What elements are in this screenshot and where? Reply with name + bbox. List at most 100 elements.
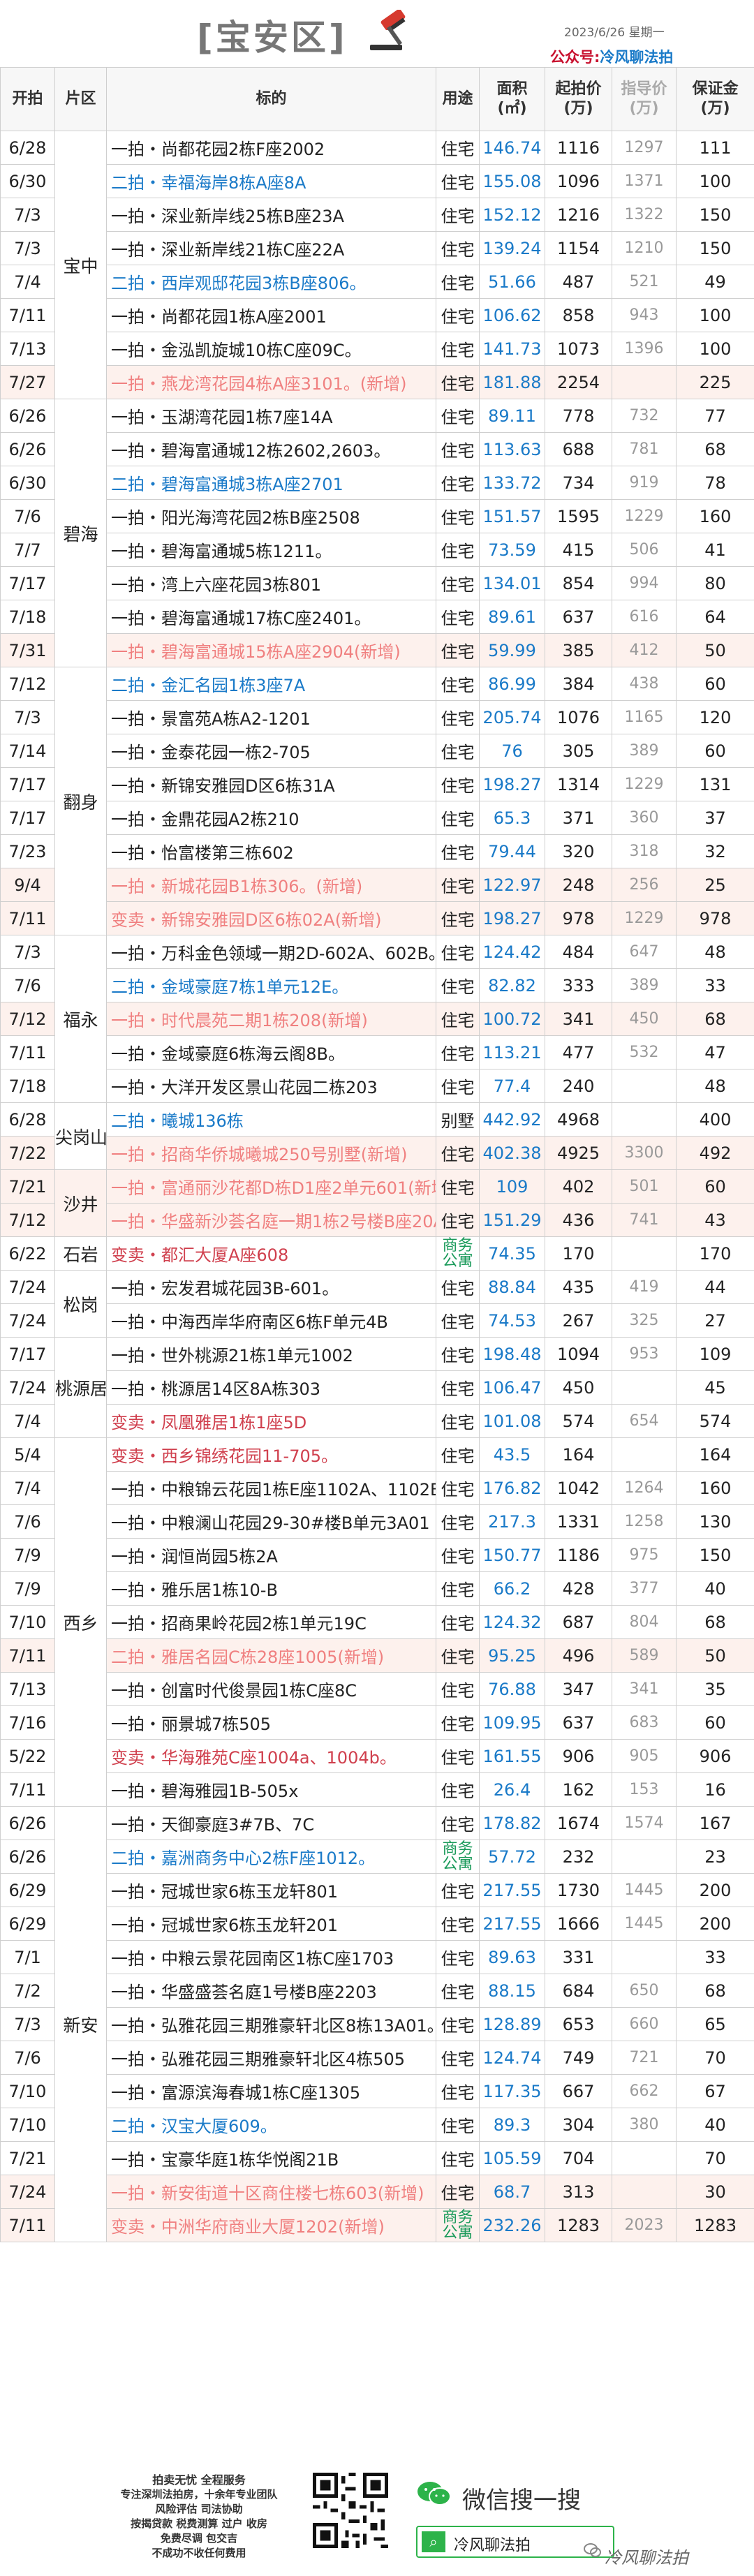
date-cell: 7/24 bbox=[0, 1370, 55, 1405]
table-row: 6/30 二拍・碧海富通城3栋A座2701 住宅 133.72 734 919 78 bbox=[0, 466, 754, 500]
table-row: 7/17 一拍・湾上六座花园3栋801 住宅 134.01 854 994 80 bbox=[0, 566, 754, 600]
area-cell: 151.29 bbox=[479, 1203, 545, 1237]
area-cell: 217.3 bbox=[479, 1504, 545, 1539]
area-cell: 88.15 bbox=[479, 1974, 545, 2008]
services-line: 按揭贷款 税费测算 过户 收房 bbox=[131, 2517, 267, 2530]
date-cell: 5/22 bbox=[0, 1739, 55, 1773]
deposit-cell: 160 bbox=[676, 499, 754, 533]
deposit-cell: 150 bbox=[676, 231, 754, 265]
date-cell: 6/26 bbox=[0, 432, 55, 466]
usage-cell: 住宅 bbox=[436, 1672, 480, 1706]
start-price-cell: 906 bbox=[545, 1739, 612, 1773]
start-price-cell: 687 bbox=[545, 1605, 612, 1639]
date-cell: 7/13 bbox=[0, 332, 55, 366]
property-name-cell: 一拍・华盛盛荟名庭1号楼B座2203 bbox=[106, 1974, 436, 2008]
guide-price-cell bbox=[612, 1940, 677, 1974]
date-cell: 7/6 bbox=[0, 1504, 55, 1539]
deposit-cell: 100 bbox=[676, 298, 754, 332]
date-cell: 6/29 bbox=[0, 1907, 55, 1941]
property-name-cell: 一拍・世外桃源21栋1单元1002 bbox=[106, 1337, 436, 1371]
table-row: 7/3 一拍・弘雅花园三期雅豪轩北区8栋13A01。 住宅 128.89 653 660 6… bbox=[0, 2007, 754, 2041]
guide-price-cell: 1258 bbox=[612, 1504, 677, 1539]
guide-price-cell: 975 bbox=[612, 1538, 677, 1572]
deposit-cell: 49 bbox=[676, 265, 754, 299]
start-price-cell: 385 bbox=[545, 633, 612, 667]
deposit-cell: 80 bbox=[676, 566, 754, 600]
area-cell: 124.32 bbox=[479, 1605, 545, 1639]
table-row: 5/22 变卖・华海雅苑C座1004a、1004b。 住宅 161.55 906 905 9… bbox=[0, 1739, 754, 1773]
area-cell: 124.42 bbox=[479, 935, 545, 969]
start-price-cell: 496 bbox=[545, 1638, 612, 1673]
guide-price-cell: 943 bbox=[612, 298, 677, 332]
deposit-cell: 68 bbox=[676, 1974, 754, 2008]
deposit-cell: 40 bbox=[676, 2108, 754, 2142]
start-price-cell: 436 bbox=[545, 1203, 612, 1237]
start-price-cell: 1096 bbox=[545, 164, 612, 198]
date-cell: 5/4 bbox=[0, 1437, 55, 1472]
guide-price-cell: 521 bbox=[612, 265, 677, 299]
date-cell: 7/31 bbox=[0, 633, 55, 667]
usage-cell: 住宅 bbox=[436, 1739, 480, 1773]
area-cell: 133.72 bbox=[479, 466, 545, 500]
guide-price-cell: 683 bbox=[612, 1705, 677, 1740]
start-price-cell: 1154 bbox=[545, 231, 612, 265]
table-row: 7/10 一拍・富源滨海春城1栋C座1305 住宅 117.35 667 662 67 bbox=[0, 2074, 754, 2108]
property-name-cell: 一拍・弘雅花园三期雅豪轩北区8栋13A01。 bbox=[106, 2007, 436, 2041]
usage-cell: 住宅 bbox=[436, 1605, 480, 1639]
date-cell: 6/26 bbox=[0, 399, 55, 433]
usage-cell: 住宅 bbox=[436, 1471, 480, 1505]
usage-cell: 住宅 bbox=[436, 767, 480, 801]
usage-cell: 住宅 bbox=[436, 2175, 480, 2209]
deposit-cell: 16 bbox=[676, 1772, 754, 1807]
usage-cell: 商务公寓 bbox=[436, 2208, 480, 2242]
deposit-cell: 978 bbox=[676, 901, 754, 935]
guide-price-cell bbox=[612, 1840, 677, 1874]
start-price-cell: 341 bbox=[545, 1002, 612, 1036]
guide-price-cell: 360 bbox=[612, 801, 677, 835]
area-cell: 217.55 bbox=[479, 1907, 545, 1941]
date-cell: 7/2 bbox=[0, 1974, 55, 2008]
table-row: 6/26 一拍・碧海富通城12栋2602,2603。 住宅 113.63 688 781 6… bbox=[0, 432, 754, 466]
date-cell: 7/4 bbox=[0, 1404, 55, 1438]
deposit-cell: 60 bbox=[676, 1705, 754, 1740]
property-name-cell: 二拍・金域豪庭7栋1单元12E。 bbox=[106, 968, 436, 1002]
guide-price-cell: 781 bbox=[612, 432, 677, 466]
date-cell: 6/28 bbox=[0, 1102, 55, 1137]
guide-price-cell: 412 bbox=[612, 633, 677, 667]
usage-cell: 住宅 bbox=[436, 2108, 480, 2142]
property-name-cell: 一拍・阳光海湾花园2栋B座2508 bbox=[106, 499, 436, 533]
table-row: 6/30 二拍・幸福海岸8栋A座8A 住宅 155.08 1096 1371 100 bbox=[0, 164, 754, 198]
date-cell: 7/4 bbox=[0, 1471, 55, 1505]
usage-cell: 住宅 bbox=[436, 2041, 480, 2075]
table-row: 7/6 一拍・弘雅花园三期雅豪轩北区4栋505 住宅 124.74 749 721 70 bbox=[0, 2041, 754, 2075]
date-cell: 7/3 bbox=[0, 198, 55, 232]
column-header: 指导价 (万) bbox=[612, 67, 677, 131]
area-cell: 124.74 bbox=[479, 2041, 545, 2075]
area-cell: 150.77 bbox=[479, 1538, 545, 1572]
area-cell: 73.59 bbox=[479, 533, 545, 567]
deposit-cell: 47 bbox=[676, 1035, 754, 1069]
deposit-cell: 100 bbox=[676, 164, 754, 198]
usage-cell: 住宅 bbox=[436, 734, 480, 768]
start-price-cell: 667 bbox=[545, 2074, 612, 2108]
deposit-cell: 44 bbox=[676, 1270, 754, 1304]
property-name-cell: 二拍・曦城136栋 bbox=[106, 1102, 436, 1137]
column-header: 片区 bbox=[54, 67, 107, 131]
guide-price-cell: 1445 bbox=[612, 1907, 677, 1941]
table-row: 7/11 一拍・尚都花园1栋A座2001 住宅 106.62 858 943 100 bbox=[0, 298, 754, 332]
column-header: 用途 bbox=[436, 67, 480, 131]
table-row: 7/3 一拍・深业新岸线21栋C座22A 住宅 139.24 1154 1210 150 bbox=[0, 231, 754, 265]
table-row: 7/21 沙井 一拍・富通丽沙花都D栋D1座2单元601(新增) 住宅 109 402 50… bbox=[0, 1169, 754, 1237]
area-cell: 101.08 bbox=[479, 1404, 545, 1438]
start-price-cell: 240 bbox=[545, 1069, 612, 1103]
property-name-cell: 一拍・新锦安雅园D区6栋31A bbox=[106, 767, 436, 801]
property-name-cell: 一拍・桃源居14区8A栋303 bbox=[106, 1370, 436, 1405]
deposit-cell: 100 bbox=[676, 332, 754, 366]
services-line: 专注深圳法拍房，十余年专业团队 bbox=[120, 2488, 278, 2501]
table-row: 7/24 一拍・中海西岸华府南区6栋F单元4B 住宅 74.53 267 325 27 bbox=[0, 1303, 754, 1338]
usage-cell: 住宅 bbox=[436, 1203, 480, 1237]
table-row: 6/26 二拍・嘉洲商务中心2栋F座1012。 商务公寓 57.72 232 23 bbox=[0, 1840, 754, 1874]
qr-code-icon bbox=[313, 2473, 388, 2548]
property-name-cell: 变卖・新锦安雅园D区6栋02A(新增) bbox=[106, 901, 436, 935]
start-price-cell: 164 bbox=[545, 1437, 612, 1472]
